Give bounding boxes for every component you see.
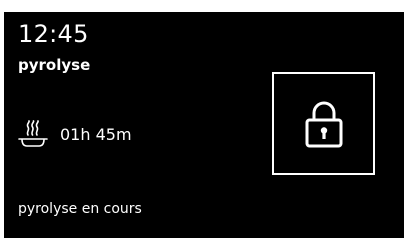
clock-time: 12:45	[18, 20, 89, 48]
status-message: pyrolyse en cours	[18, 201, 142, 217]
oven-display-screen: 12:45 pyrolyse 01h 45m pyrolyse en cours	[4, 12, 404, 238]
duration-row: 01h 45m	[18, 120, 132, 150]
cleaning-mode-label: pyrolyse	[18, 56, 91, 74]
heating-dish-icon	[18, 120, 48, 147]
remaining-duration: 01h 45m	[60, 125, 132, 144]
door-lock-button[interactable]	[272, 72, 375, 175]
padlock-icon	[305, 101, 342, 147]
